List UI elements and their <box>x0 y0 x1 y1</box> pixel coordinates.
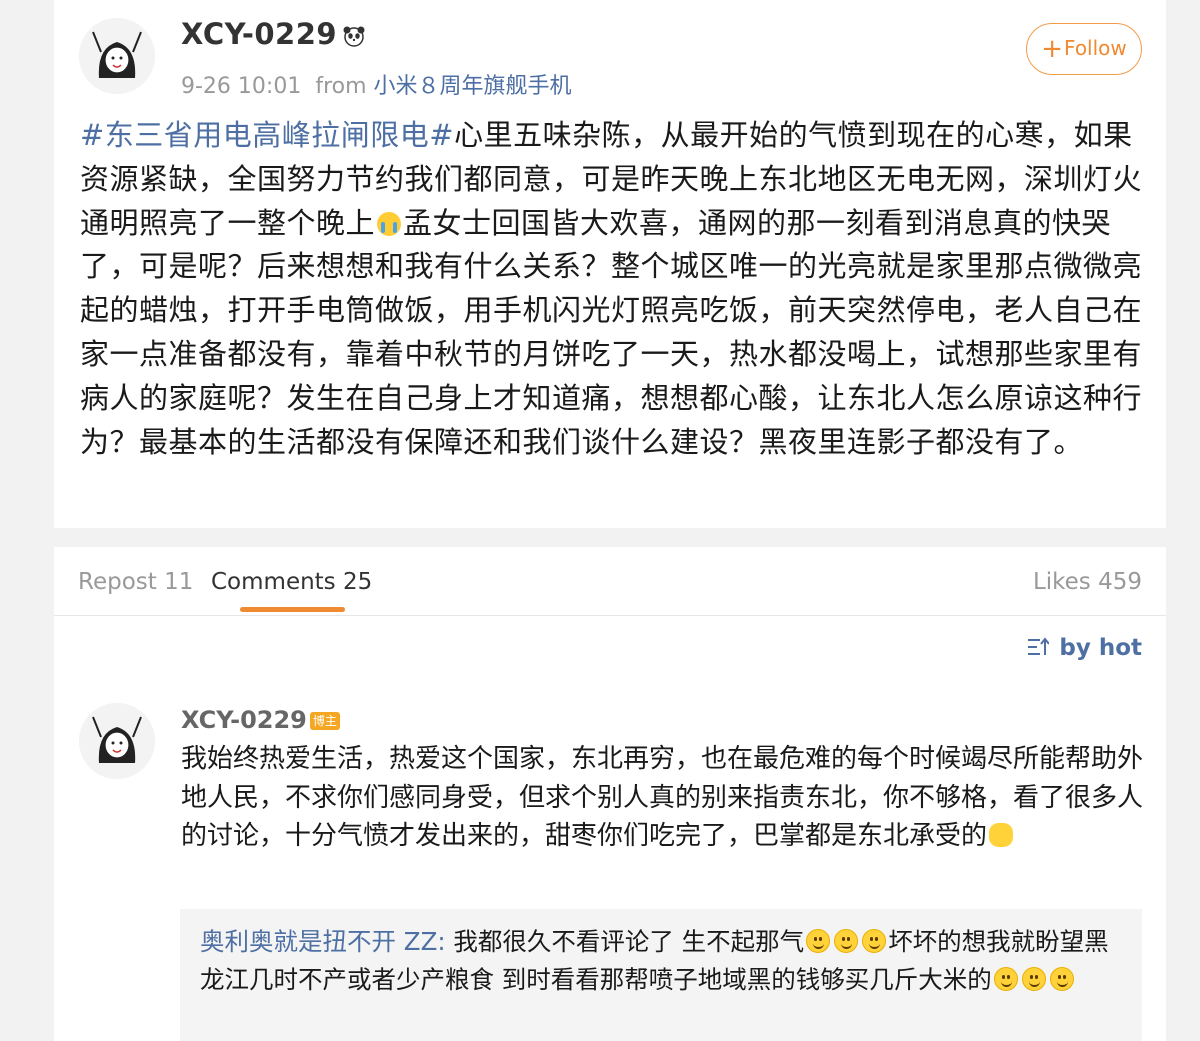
plus-icon: + <box>1041 34 1064 64</box>
panda-icon <box>343 26 365 47</box>
comment-text: 我始终热爱生活，热爱这个国家，东北再穷，也在最危难的每个时候竭尽所能帮助外地人民… <box>181 744 1144 851</box>
sort-icon <box>1028 637 1050 655</box>
from-label: from <box>315 74 367 99</box>
post-card: XCY-0229 9-26 10:01 from 小米８周年旗舰手机 +Foll… <box>54 0 1166 528</box>
smile-emoji-icon <box>834 929 859 953</box>
reply-username[interactable]: 奥利奥就是扭不开 ZZ: <box>200 927 446 956</box>
post-username[interactable]: XCY-0229 <box>181 17 367 51</box>
follow-button[interactable]: +Follow <box>1026 23 1142 75</box>
hug-emoji-icon <box>989 823 1014 847</box>
timestamp: 9-26 10:01 <box>181 74 302 99</box>
avatar[interactable] <box>79 18 155 94</box>
smile-emoji-icon <box>862 929 887 953</box>
avatar-illustration <box>79 18 155 94</box>
reply-box[interactable]: 奥利奥就是扭不开 ZZ: 我都很久不看评论了 生不起那气 坏坏的想我就盼望黑龙江几… <box>180 909 1142 1041</box>
sort-button[interactable]: by hot <box>1027 635 1142 661</box>
device-link[interactable]: 小米８周年旗舰手机 <box>374 74 572 99</box>
post-text-part2: 孟女士回国皆大欢喜，通网的那一刻看到消息真的快哭了，可是呢？后来想想和我有什么关… <box>80 205 1143 459</box>
author-badge: 博主 <box>309 712 340 730</box>
smile-emoji-icon <box>806 929 831 953</box>
reply-text: 奥利奥就是扭不开 ZZ: 我都很久不看评论了 生不起那气 坏坏的想我就盼望黑龙江几… <box>200 927 1109 994</box>
tab-comments[interactable]: Comments 25 <box>211 569 372 595</box>
avatar-illustration <box>79 703 155 779</box>
crying-emoji-icon <box>377 211 402 236</box>
smile-emoji-icon <box>993 966 1018 991</box>
comment-username[interactable]: XCY-0229 博主 <box>181 706 340 734</box>
hashtag-link[interactable]: #东三省用电高峰拉闸限电# <box>80 118 454 152</box>
post-body: #东三省用电高峰拉闸限电#心里五味杂陈，从最开始的气愤到现在的心寒，如果资源紧缺… <box>80 114 1145 464</box>
tab-bar: Repost 11 Comments 25 Likes 459 <box>54 547 1166 616</box>
tab-likes[interactable]: Likes 459 <box>1033 569 1142 595</box>
comment-avatar[interactable] <box>79 703 155 779</box>
smile-emoji-icon <box>1021 966 1046 991</box>
active-tab-indicator <box>240 607 345 612</box>
post-meta: 9-26 10:01 from 小米８周年旗舰手机 <box>181 68 572 100</box>
comments-card: Repost 11 Comments 25 Likes 459 by hot X… <box>54 547 1166 1041</box>
tab-repost[interactable]: Repost 11 <box>78 569 193 595</box>
smile-emoji-icon <box>1049 966 1074 991</box>
